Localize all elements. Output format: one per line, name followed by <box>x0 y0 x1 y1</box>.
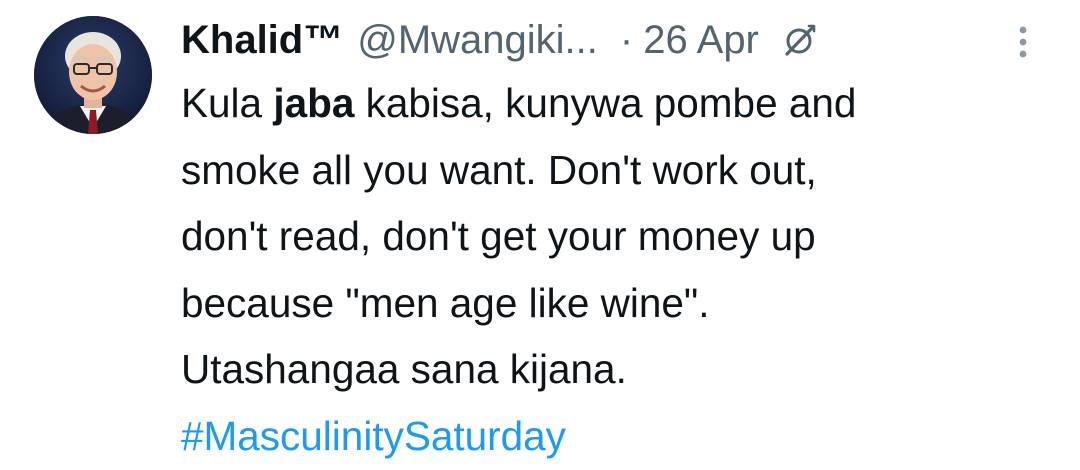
more-options-icon[interactable] <box>1008 20 1038 64</box>
tweet-text-segment: Kula <box>181 80 274 126</box>
author-display-name[interactable]: Khalid™ <box>181 12 343 68</box>
author-avatar[interactable] <box>34 16 152 134</box>
tweet-hashtag-line: #MasculinitySaturday <box>181 403 1061 470</box>
tweet-text: Kula jaba kabisa, kunywa pombe and smoke… <box>181 70 1061 469</box>
tweet-text-segment: kabisa, kunywa pombe and <box>354 80 857 126</box>
tweet-text-line-2: smoke all you want. Don't work out, <box>181 146 817 193</box>
hashtag-link[interactable]: #MasculinitySaturday <box>181 413 566 459</box>
tweet-text-line-3: don't read, don't get your money up <box>181 213 816 259</box>
tweet-text-line-4: because "men age like wine". <box>181 279 710 326</box>
tweet-text-bold: jaba <box>273 80 355 126</box>
author-handle[interactable]: @Mwangiki... <box>357 12 598 68</box>
edited-icon[interactable] <box>783 23 817 57</box>
avatar-photo-icon <box>34 16 152 134</box>
header-separator: · <box>619 18 634 62</box>
tweet-text-line-1: Kula jaba kabisa, kunywa pombe and <box>181 70 1061 137</box>
tweet-text-line-5: Utashangaa sana kijana. <box>181 346 627 392</box>
tweet-header: Khalid™ @Mwangiki... · 26 Apr <box>181 12 817 68</box>
tweet-date[interactable]: 26 Apr <box>643 12 759 68</box>
tweet[interactable]: Khalid™ @Mwangiki... · 26 Apr Kula jaba … <box>0 0 1080 470</box>
